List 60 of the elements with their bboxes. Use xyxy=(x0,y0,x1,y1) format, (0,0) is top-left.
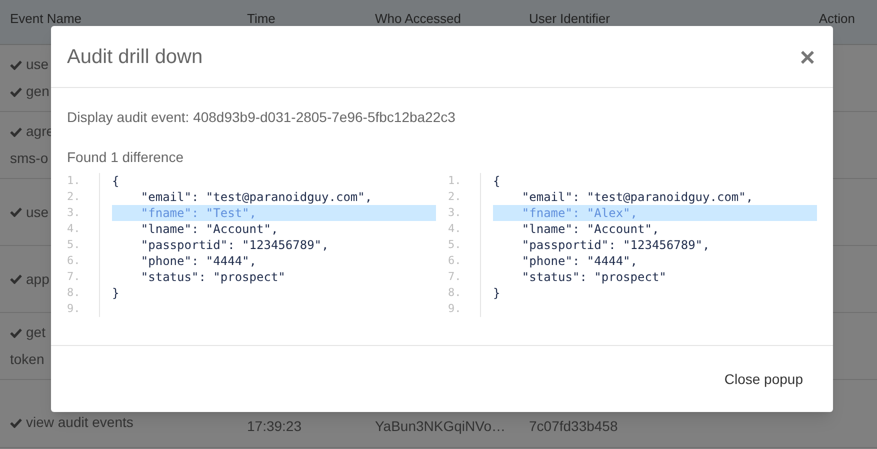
line-number: 3. xyxy=(67,205,80,221)
line-number: 8. xyxy=(448,285,462,301)
line-number: 4. xyxy=(448,221,462,237)
check-icon xyxy=(10,418,22,428)
line-number: 3. xyxy=(448,205,462,221)
check-icon xyxy=(10,86,22,96)
code-line: "passportid": "123456789", xyxy=(520,237,711,253)
column-header: Action xyxy=(818,11,855,26)
event-name: app xyxy=(26,270,50,289)
check-icon xyxy=(10,328,22,338)
line-number: 1. xyxy=(67,173,80,189)
close-popup-button[interactable]: Close popup xyxy=(722,364,805,394)
line-number: 1. xyxy=(448,173,462,189)
line-number: 2. xyxy=(67,189,80,205)
line-number: 5. xyxy=(448,237,462,253)
event-name: sms-o xyxy=(10,149,48,168)
close-button[interactable]: × xyxy=(800,44,817,70)
code-line: "status": "prospect" xyxy=(140,269,286,285)
difference-summary: Found 1 difference xyxy=(67,148,184,167)
code-line: "phone": "4444", xyxy=(520,253,638,269)
code-line: "email": "test@paranoidguy.com", xyxy=(140,189,374,205)
event-name: get xyxy=(26,323,46,342)
code-line: "passportid": "123456789", xyxy=(140,237,330,253)
user-identifier: 7c07fd33b458 xyxy=(529,418,618,434)
code-line: } xyxy=(493,285,502,301)
column-header: User Identifier xyxy=(529,11,610,26)
line-number: 9. xyxy=(448,301,462,317)
line-number: 8. xyxy=(67,285,80,301)
event-time: 17:39:23 xyxy=(247,418,302,434)
code-line: } xyxy=(112,285,120,301)
line-number: 2. xyxy=(448,189,462,205)
code-line: "lname": "Account", xyxy=(520,221,660,237)
column-header: Who Accessed xyxy=(375,11,461,26)
event-name: use xyxy=(26,202,49,222)
line-number: 5. xyxy=(67,237,80,253)
check-icon xyxy=(10,60,22,70)
code-line: "lname": "Account", xyxy=(140,221,280,237)
code-line: "email": "test@paranoidguy.com", xyxy=(520,189,754,205)
modal-title: Audit drill down xyxy=(67,44,203,70)
line-number: 6. xyxy=(448,253,462,269)
line-number: 9. xyxy=(67,301,80,317)
check-icon xyxy=(10,207,22,217)
code-line: { xyxy=(112,173,120,189)
event-name: token xyxy=(10,350,44,369)
line-number: 7. xyxy=(67,269,80,285)
code-line: "status": "prospect" xyxy=(520,269,668,285)
column-header: Time xyxy=(247,11,276,26)
check-icon xyxy=(10,126,22,136)
check-icon xyxy=(10,274,22,284)
event-id-text: Display audit event: 408d93b9-d031-2805-7e96-5fbc12ba22c3 xyxy=(67,108,456,127)
line-number: 6. xyxy=(67,253,80,269)
event-name: gen xyxy=(26,82,50,101)
line-number: 7. xyxy=(448,269,462,285)
line-number: 4. xyxy=(67,221,80,237)
event-name: use xyxy=(26,55,49,74)
code-line: "phone": "4444", xyxy=(140,253,258,269)
accessor-id: YaBun3NKGqiNVo… xyxy=(375,418,506,434)
event-name: view audit events xyxy=(26,413,134,432)
column-header: Event Name xyxy=(10,11,82,26)
code-line: { xyxy=(493,173,502,189)
